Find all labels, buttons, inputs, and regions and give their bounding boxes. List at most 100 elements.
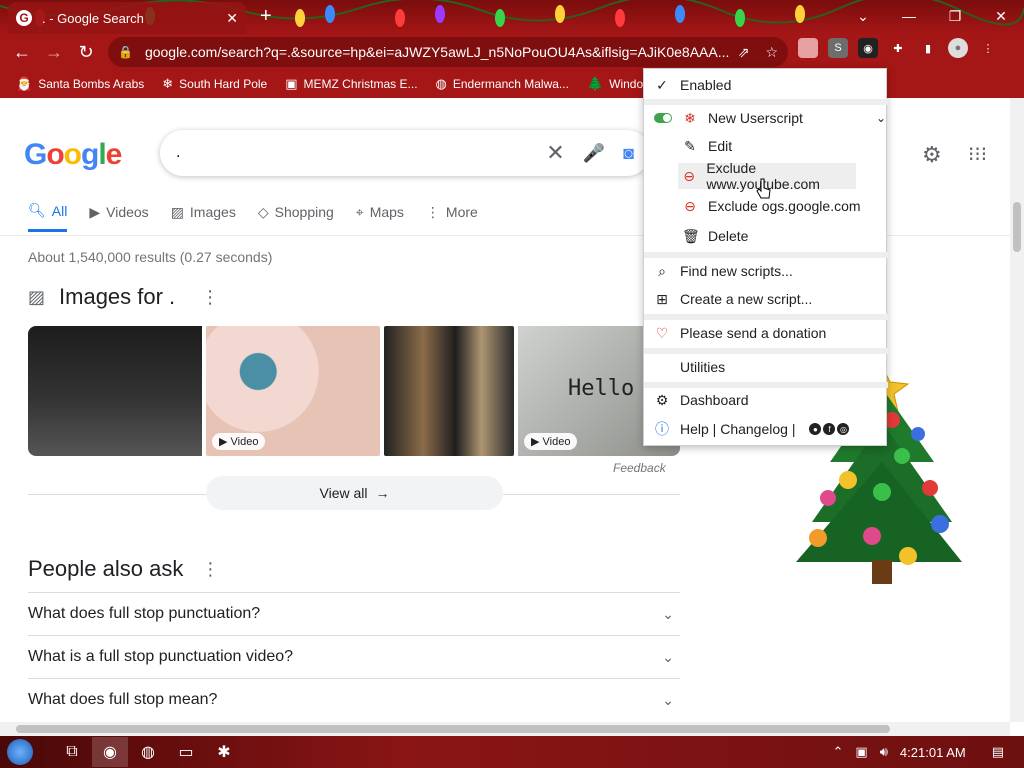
profile-avatar-icon[interactable]: ● [948,38,968,58]
extension-flag-icon[interactable] [798,38,818,58]
video-icon: ▶ [89,203,101,220]
menu-edit[interactable]: ✎ Edit [644,133,888,159]
menu-create-script[interactable]: ⊞ Create a new script... [644,286,888,312]
menu-help[interactable]: ⓘ Help | Changelog | ● f ◎ [644,416,888,442]
system-tray: ⌃ ▣ 🔊︎ 4:21:01 AM ▤ [833,736,1024,768]
question-item[interactable]: What does full stop punctuation? ⌄ [28,592,680,635]
browser-tab-active[interactable]: G . - Google Search ✕ [8,2,246,34]
tab-images[interactable]: ▨ Images [171,202,236,232]
side-panel-icon[interactable]: ▮ [918,38,938,58]
image-thumbnails: ▶ Video Hello ▶ Video [28,326,680,456]
menu-enabled[interactable]: ✓ Enabled [644,72,888,98]
firefox-taskbar-icon[interactable]: ◍ [130,737,166,767]
menu-dashboard[interactable]: ⚙ Dashboard [644,387,888,413]
tab-shopping[interactable]: ◇ Shopping [258,202,334,232]
tab-search-icon[interactable]: ⌄ [840,0,886,32]
minimize-button[interactable]: — [886,0,932,32]
new-tab-button[interactable]: + [260,6,272,26]
horizontal-scrollbar[interactable] [0,722,1010,736]
bookmark-item[interactable]: 🎅 Santa Bombs Arabs [16,76,144,92]
extension-s-icon[interactable]: S [828,38,848,58]
facebook-icon[interactable]: f [823,423,836,435]
tab-maps[interactable]: ⌖ Maps [356,202,404,232]
image-thumbnail[interactable]: ▶ Video [206,326,380,456]
search-input[interactable] [176,144,547,162]
bookmark-item[interactable]: 🌲 Windo [587,76,643,92]
search-tabs: 🔍︎ All ▶ Videos ▨ Images ◇ Shopping ⌖ Maps ⋮ M… [28,202,478,232]
menu-delete[interactable]: 🗑 Delete [644,223,888,249]
bookmark-item[interactable]: ◍ Endermanch Malwa... [436,76,569,92]
trash-icon: 🗑 [682,227,700,244]
menu-script-entry[interactable]: ❄ New Userscript ⌄ [644,105,888,131]
view-all-button[interactable]: View all → [206,476,503,510]
network-icon[interactable]: ▣ [855,744,867,760]
start-button[interactable] [0,736,40,768]
tab-strip: G . - Google Search ✕ + ⌄ — ❐ ✕ [0,0,1024,34]
scrollbar-thumb[interactable] [16,725,890,733]
bookmark-star-icon[interactable]: ☆ [765,44,778,61]
github-icon[interactable]: ● [809,423,822,435]
clear-search-icon[interactable]: ✕ [546,140,564,166]
tab-all[interactable]: 🔍︎ All [28,202,68,232]
image-thumbnail[interactable] [28,326,202,456]
window-controls: ⌄ — ❐ ✕ [840,0,1024,32]
bookmark-item[interactable]: ❄ South Hard Pole [162,76,267,92]
menu-donate[interactable]: ♡ Please send a donation [644,320,888,346]
menu-utilities[interactable]: Utilities [644,354,888,380]
image-thumbnail[interactable] [384,326,514,456]
bookmark-item[interactable]: ▣ MEMZ Christmas E... [285,76,417,92]
search-icon: 🔍︎ [28,202,46,218]
question-item[interactable]: What is a full stop punctuation video? ⌄ [28,635,680,678]
search-icon: ⌕ [658,262,666,279]
tab-videos[interactable]: ▶ Videos [89,202,148,232]
scrollbar-thumb[interactable] [1013,202,1021,252]
back-button[interactable]: ← [6,36,38,68]
restore-button[interactable]: ❐ [932,0,978,32]
settings-gear-icon[interactable]: ⚙ [922,142,942,168]
file-explorer-icon[interactable]: ▭ [168,737,204,767]
more-options-icon[interactable]: ⋮ [201,559,219,580]
reload-button[interactable]: ↻ [70,36,102,68]
forward-button[interactable]: → [38,36,70,68]
camera-search-icon[interactable]: ◙ [623,143,634,164]
close-window-button[interactable]: ✕ [978,0,1024,32]
voice-search-icon[interactable]: 🎤 [583,143,605,164]
more-options-icon[interactable]: ⋮ [201,287,219,308]
edit-icon: ✎ [684,137,696,154]
browser-toolbar: ← → ↻ 🔒 google.com/search?q=.&source=hp&… [0,34,1024,70]
tampermonkey-icon[interactable]: ◉ [858,38,878,58]
arrow-right-icon: → [375,485,390,501]
chrome-taskbar-icon[interactable]: ◉ [92,737,128,767]
question-list: What does full stop punctuation? ⌄ What i… [28,592,680,721]
userscript-extension-menu: ✓ Enabled ❄ New Userscript ⌄ ✎ Edit ⊖ Exclu… [643,68,888,446]
tab-more[interactable]: ⋮ More [426,202,478,232]
app-taskbar-icon[interactable]: ✱ [206,737,242,767]
share-icon[interactable]: ⇗ [738,44,750,61]
close-tab-icon[interactable]: ✕ [226,10,238,27]
chevron-down-icon[interactable]: ⌄ [876,111,886,125]
google-apps-icon[interactable]: ⁝⁝⁝ [968,142,987,167]
browser-menu-icon[interactable]: ⋮ [978,38,998,58]
image-icon: ▨ [170,203,184,220]
vertical-scrollbar[interactable] [1010,98,1024,722]
tree-icon: 🌲 [586,76,604,91]
search-box: ✕ 🎤 ◙ [160,130,650,176]
address-bar[interactable]: 🔒 google.com/search?q=.&source=hp&ei=aJW… [108,37,788,67]
lock-icon[interactable]: 🔒 [118,45,133,59]
chevron-up-icon[interactable]: ⌃ [833,744,844,760]
windows-taskbar: ⧉ ◉ ◍ ▭ ✱ ⌃ ▣ 🔊︎ 4:21:01 AM ▤ [0,736,1024,768]
volume-icon[interactable]: 🔊︎ [880,744,888,760]
tag-icon: ◇ [257,203,269,220]
script-toggle[interactable] [654,113,672,123]
question-item[interactable]: What does full stop mean? ⌄ [28,678,680,721]
menu-find-scripts[interactable]: ⌕ Find new scripts... [644,258,888,284]
clock[interactable]: 4:21:01 AM [900,745,966,760]
extensions-puzzle-icon[interactable]: ✚ [888,38,908,58]
feedback-link[interactable]: Feedback [613,461,666,475]
task-view-icon[interactable]: ⧉ [54,737,90,767]
heart-icon: ♡ [655,324,669,341]
notifications-icon[interactable]: ▤ [992,744,1004,760]
snowflake-icon: ❄ [684,109,696,126]
instagram-icon[interactable]: ◎ [837,423,850,435]
google-logo[interactable]: Google [24,138,122,172]
